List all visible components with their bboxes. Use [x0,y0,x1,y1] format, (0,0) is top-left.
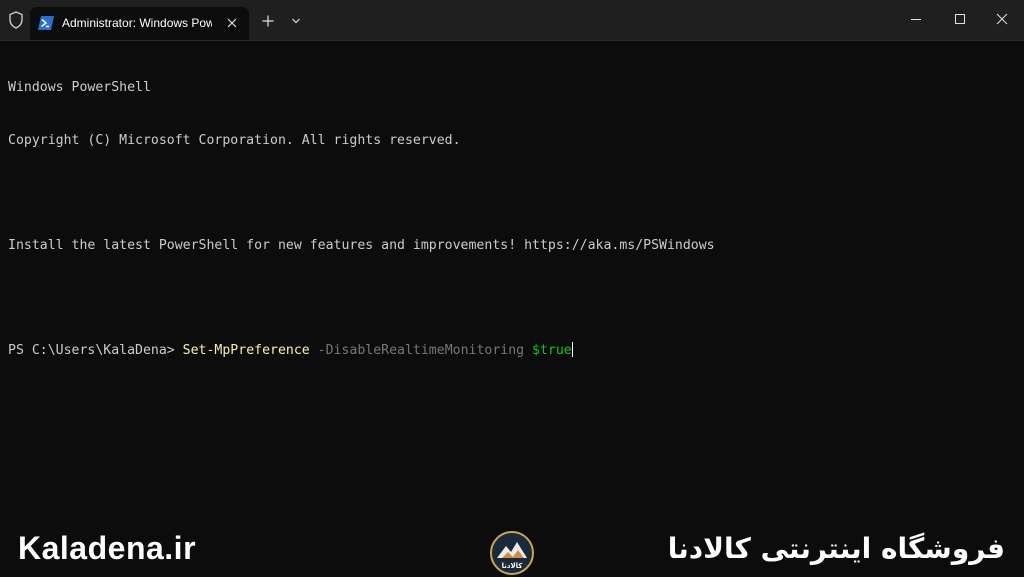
maximize-button[interactable] [938,0,982,38]
tab-powershell[interactable]: Administrator: Windows PowerShell [30,7,249,40]
command-line[interactable]: PS C:\Users\KalaDena> Set-MpPreference -… [8,341,1018,360]
powershell-icon [38,16,54,30]
close-tab-button[interactable] [222,13,242,33]
terminal-line: Windows PowerShell [8,80,151,95]
close-window-button[interactable] [980,0,1024,38]
prompt: PS C:\Users\KalaDena> [8,342,183,358]
close-icon [227,18,237,28]
tab-title: Administrator: Windows PowerShell [62,16,212,30]
chevron-down-icon [292,18,300,24]
watermark-logo: کالادنا [488,530,536,576]
maximize-icon [955,14,965,24]
terminal-window: Administrator: Windows PowerShell [0,0,1024,577]
command-value: $true [532,342,572,358]
terminal-line: Copyright (C) Microsoft Corporation. All… [8,132,461,148]
text-cursor [571,341,573,357]
minimize-button[interactable] [894,0,938,38]
terminal-output[interactable]: Windows PowerShell Copyright (C) Microso… [8,44,1018,394]
watermark-store-name: فروشگاه اینترنتی کالادنا [667,532,1005,565]
new-tab-button[interactable] [258,11,278,31]
tab-dropdown-button[interactable] [286,11,306,31]
watermark-logo-text: کالادنا [502,562,524,570]
command-parameter: -DisableRealtimeMonitoring [309,342,533,358]
close-icon [996,13,1008,25]
plus-icon [262,15,274,27]
minimize-icon [911,19,921,20]
title-bar[interactable]: Administrator: Windows PowerShell [0,0,1024,41]
shield-icon[interactable] [4,8,28,32]
terminal-line: Install the latest PowerShell for new fe… [8,237,715,253]
watermark-site: Kaladena.ir [18,530,197,566]
command-name: Set-MpPreference [182,342,310,358]
